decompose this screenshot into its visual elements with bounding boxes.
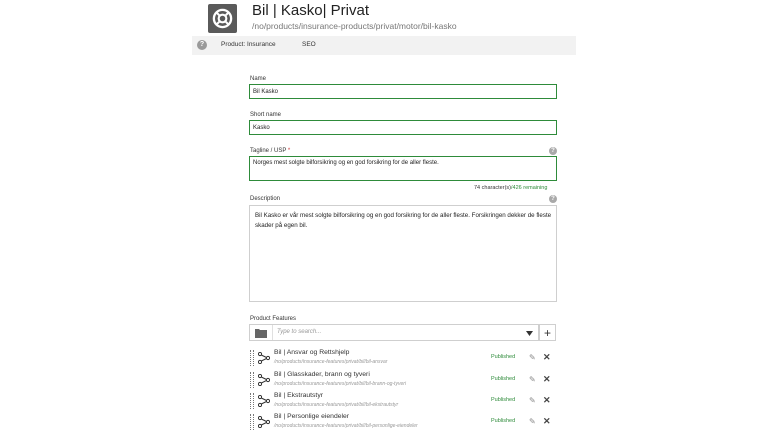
short-name-field[interactable]: Kasko bbox=[249, 120, 557, 135]
chevron-down-icon[interactable] bbox=[526, 331, 533, 336]
feature-path: /no/products/insurance-features/privat/b… bbox=[274, 359, 388, 365]
tagline-field[interactable]: Norges mest solgte bilforsikring og en g… bbox=[249, 156, 557, 181]
status-badge: Published bbox=[491, 354, 516, 360]
drag-handle-icon[interactable] bbox=[250, 393, 254, 409]
tagline-help-icon[interactable]: ? bbox=[549, 147, 557, 155]
name-label: Name bbox=[250, 76, 267, 82]
product-features-label: Product Features bbox=[250, 316, 297, 322]
edit-icon[interactable]: ✎ bbox=[529, 353, 536, 362]
description-text: Bil Kasko er vår mest solgte bilforsikri… bbox=[255, 212, 552, 229]
add-icon[interactable]: + bbox=[539, 324, 556, 341]
description-label: Description bbox=[250, 196, 281, 202]
lifebuoy-icon bbox=[208, 4, 237, 33]
link-node-icon bbox=[258, 395, 270, 407]
short-name-label: Short name bbox=[250, 112, 282, 118]
description-help-icon[interactable]: ? bbox=[549, 195, 557, 203]
page-path: /no/products/insurance-products/privat/m… bbox=[252, 21, 457, 31]
tab-bar: ? Product: Insurance SEO bbox=[192, 36, 576, 55]
remove-icon[interactable]: ✕ bbox=[543, 417, 551, 426]
feature-path: /no/products/insurance-features/privat/b… bbox=[274, 423, 418, 429]
feature-row[interactable]: Bil | Ekstrautstyr /no/products/insuranc… bbox=[249, 391, 557, 411]
feature-row[interactable]: Bil | Ansvar og Rettshjelp /no/products/… bbox=[249, 348, 557, 368]
help-icon[interactable]: ? bbox=[197, 40, 207, 50]
edit-icon[interactable]: ✎ bbox=[529, 396, 536, 405]
name-field[interactable]: Bil Kasko bbox=[249, 84, 557, 99]
feature-row[interactable]: Bil | Personlige eiendeler /no/products/… bbox=[249, 412, 557, 432]
feature-path: /no/products/insurance-features/privat/b… bbox=[274, 402, 399, 408]
feature-title: Bil | Glasskader, brann og tyveri bbox=[274, 371, 370, 378]
feature-title: Bil | Ansvar og Rettshjelp bbox=[274, 349, 350, 356]
tab-seo[interactable]: SEO bbox=[302, 41, 316, 48]
status-badge: Published bbox=[491, 397, 516, 403]
remove-icon[interactable]: ✕ bbox=[543, 396, 551, 405]
feature-title: Bil | Ekstrautstyr bbox=[274, 392, 323, 399]
folder-button[interactable] bbox=[250, 325, 273, 340]
link-node-icon bbox=[258, 374, 270, 386]
drag-handle-icon[interactable] bbox=[250, 372, 254, 388]
link-node-icon bbox=[258, 352, 270, 364]
search-input[interactable]: Type to search... bbox=[277, 329, 321, 335]
remove-icon[interactable]: ✕ bbox=[543, 375, 551, 384]
feature-title: Bil | Personlige eiendeler bbox=[274, 413, 350, 420]
product-features-search: Type to search... bbox=[249, 324, 539, 341]
status-badge: Published bbox=[491, 376, 516, 382]
remove-icon[interactable]: ✕ bbox=[543, 353, 551, 362]
tagline-label: Tagline / USP * bbox=[250, 148, 291, 154]
edit-icon[interactable]: ✎ bbox=[529, 417, 536, 426]
description-field[interactable]: Bil Kasko er vår mest solgte bilforsikri… bbox=[249, 205, 557, 302]
edit-icon[interactable]: ✎ bbox=[529, 375, 536, 384]
folder-icon bbox=[255, 329, 267, 338]
drag-handle-icon[interactable] bbox=[250, 350, 254, 366]
link-node-icon bbox=[258, 416, 270, 428]
status-badge: Published bbox=[491, 418, 516, 424]
drag-handle-icon[interactable] bbox=[250, 414, 254, 430]
tab-product-insurance[interactable]: Product: Insurance bbox=[221, 41, 276, 48]
character-counter: 74 character(s)/426 remaining bbox=[474, 185, 548, 191]
feature-path: /no/products/insurance-features/privat/b… bbox=[274, 381, 407, 387]
feature-row[interactable]: Bil | Glasskader, brann og tyveri /no/pr… bbox=[249, 370, 557, 390]
page-title: Bil | Kasko| Privat bbox=[252, 2, 369, 19]
